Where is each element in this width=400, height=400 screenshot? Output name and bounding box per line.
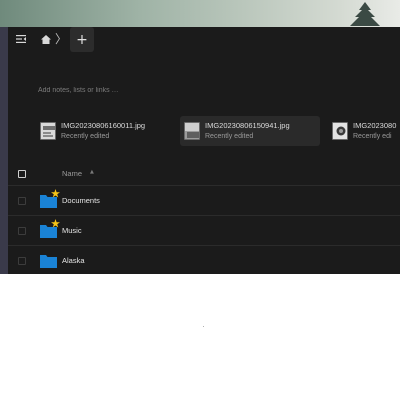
tree-silhouette xyxy=(350,2,380,26)
stray-pixel xyxy=(203,326,204,327)
recent-file-card[interactable]: IMG20230806150941.jpg Recently edited xyxy=(180,116,320,146)
select-all-checkbox[interactable] xyxy=(18,170,26,178)
row-checkbox[interactable] xyxy=(18,227,26,235)
favorite-star-icon xyxy=(51,189,60,198)
recent-file-name: IMG20230806150941.jpg xyxy=(205,121,290,130)
recent-file-subtitle: Recently edited xyxy=(61,133,110,140)
breadcrumb-chevron-icon: 〉 xyxy=(54,32,67,46)
home-icon[interactable] xyxy=(38,31,54,47)
image-thumbnail xyxy=(332,122,348,140)
notes-input[interactable] xyxy=(38,83,338,97)
sort-ascending-icon: ▲ xyxy=(90,169,94,175)
file-list-header: Name ▲ xyxy=(8,162,400,186)
files-window: 〉 + IMG20230806160011.jpg Recently edite… xyxy=(0,27,400,274)
sidebar-toggle-icon[interactable] xyxy=(13,31,29,47)
row-checkbox[interactable] xyxy=(18,197,26,205)
recent-file-card[interactable]: IMG2023080 Recently edi xyxy=(328,116,400,146)
image-thumbnail xyxy=(184,122,200,140)
name-column-header[interactable]: Name xyxy=(62,169,82,178)
recent-file-card[interactable]: IMG20230806160011.jpg Recently edited xyxy=(36,116,176,146)
file-row[interactable]: Alaska xyxy=(8,246,400,274)
favorite-star-icon xyxy=(51,219,60,228)
recent-file-name: IMG20230806160011.jpg xyxy=(61,121,146,130)
file-name: Alaska xyxy=(62,256,85,265)
sidebar-edge xyxy=(0,27,8,274)
row-checkbox[interactable] xyxy=(18,257,26,265)
file-row[interactable]: Documents xyxy=(8,186,400,216)
recent-file-subtitle: Recently edi xyxy=(353,133,392,140)
desktop-wallpaper xyxy=(0,0,400,27)
file-name: Documents xyxy=(62,196,100,205)
file-name: Music xyxy=(62,226,82,235)
folder-icon xyxy=(40,255,57,268)
new-button[interactable]: + xyxy=(70,27,94,52)
toolbar: 〉 + xyxy=(8,27,400,52)
image-thumbnail xyxy=(40,122,56,140)
recent-file-name: IMG2023080 xyxy=(353,121,397,130)
file-row[interactable]: Music xyxy=(8,216,400,246)
recent-file-subtitle: Recently edited xyxy=(205,133,254,140)
